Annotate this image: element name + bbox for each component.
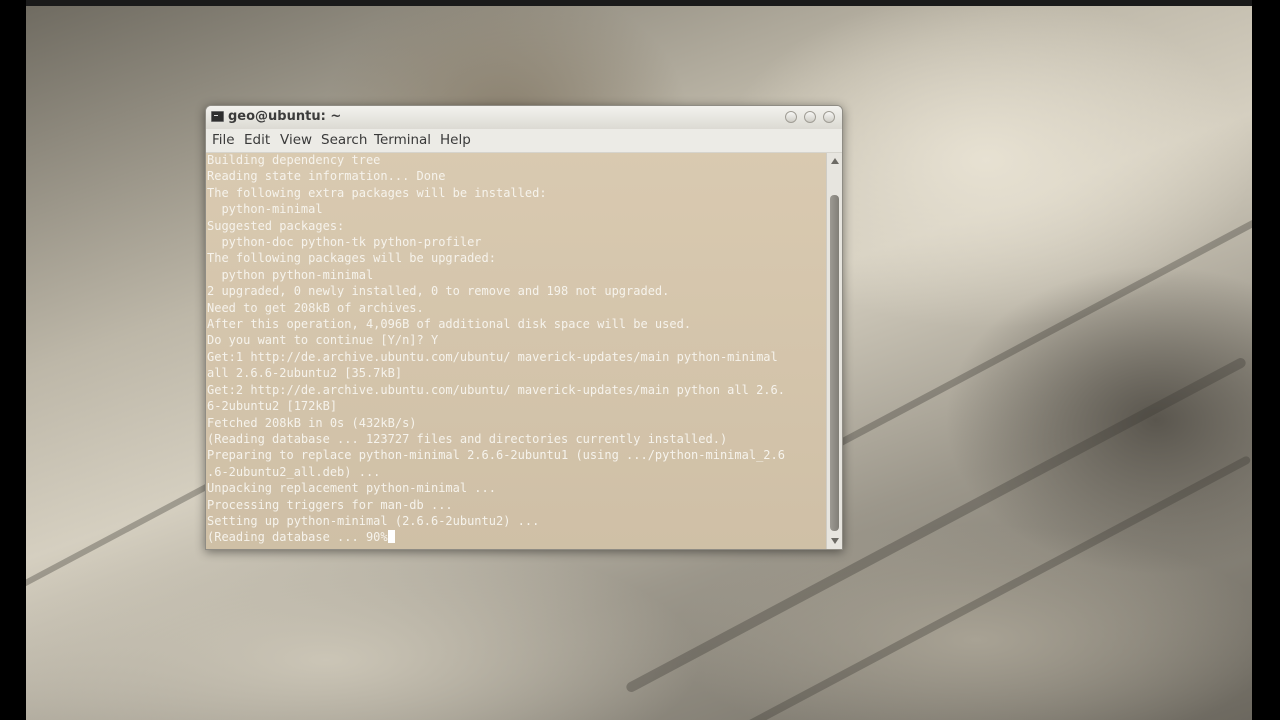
terminal-line: Reading state information... Done — [207, 169, 446, 184]
menu-help[interactable]: Help — [440, 132, 471, 148]
terminal-line: Preparing to replace python-minimal 2.6.… — [207, 448, 785, 463]
menubar: File Edit View Search Terminal Help — [206, 129, 842, 153]
menu-file[interactable]: File — [212, 132, 235, 148]
terminal-line: (Reading database ... 90% — [207, 530, 388, 545]
terminal-line: Do you want to continue [Y/n]? Y — [207, 333, 439, 348]
terminal-line: 2 upgraded, 0 newly installed, 0 to remo… — [207, 284, 670, 299]
terminal-line: python python-minimal — [207, 267, 374, 282]
terminal-line: Unpacking replacement python-minimal ... — [207, 481, 496, 496]
window-title: geo@ubuntu: ~ — [228, 109, 342, 124]
terminal-cursor — [387, 530, 395, 544]
terminal-line: Setting up python-minimal (2.6.6-2ubuntu… — [207, 513, 540, 528]
terminal-scrollbar[interactable] — [826, 153, 842, 549]
terminal-line: Suggested packages: — [207, 218, 345, 233]
terminal-line: .6-2ubuntu2_all.deb) ... — [207, 464, 381, 479]
terminal-text: Building dependency tree Reading state i… — [207, 153, 785, 546]
terminal-line: Building dependency tree — [207, 153, 381, 167]
close-button[interactable] — [823, 111, 835, 123]
terminal-icon — [211, 111, 224, 122]
terminal-line: python-doc python-tk python-profiler — [207, 235, 482, 250]
menu-view[interactable]: View — [280, 132, 312, 148]
menu-search[interactable]: Search — [321, 132, 367, 148]
terminal-line: Get:1 http://de.archive.ubuntu.com/ubunt… — [207, 349, 778, 364]
maximize-button[interactable] — [804, 111, 816, 123]
terminal-line: After this operation, 4,096B of addition… — [207, 317, 692, 332]
minimize-button[interactable] — [785, 111, 797, 123]
terminal-line: The following packages will be upgraded: — [207, 251, 496, 266]
top-panel — [26, 0, 1252, 6]
terminal-line: Processing triggers for man-db ... — [207, 497, 453, 512]
terminal-line: (Reading database ... 123727 files and d… — [207, 431, 728, 446]
scroll-up-arrow-icon[interactable] — [831, 158, 839, 164]
terminal-output[interactable]: Building dependency tree Reading state i… — [206, 153, 826, 549]
terminal-line: The following extra packages will be ins… — [207, 185, 547, 200]
terminal-line: python-minimal — [207, 202, 323, 217]
menu-edit[interactable]: Edit — [244, 132, 270, 148]
terminal-line: all 2.6.6-2ubuntu2 [35.7kB] — [207, 366, 403, 381]
wallpaper-streak — [814, 208, 1252, 459]
terminal-line: 6-2ubuntu2 [172kB] — [207, 399, 338, 414]
scrollbar-thumb[interactable] — [830, 195, 839, 531]
scroll-down-arrow-icon[interactable] — [831, 538, 839, 544]
terminal-window: geo@ubuntu: ~ File Edit View Search Term… — [205, 105, 843, 550]
terminal-line: Need to get 208kB of archives. — [207, 300, 424, 315]
window-titlebar[interactable]: geo@ubuntu: ~ — [206, 106, 842, 129]
menu-terminal[interactable]: Terminal — [374, 132, 431, 148]
terminal-line: Get:2 http://de.archive.ubuntu.com/ubunt… — [207, 382, 785, 397]
terminal-line: Fetched 208kB in 0s (432kB/s) — [207, 415, 417, 430]
